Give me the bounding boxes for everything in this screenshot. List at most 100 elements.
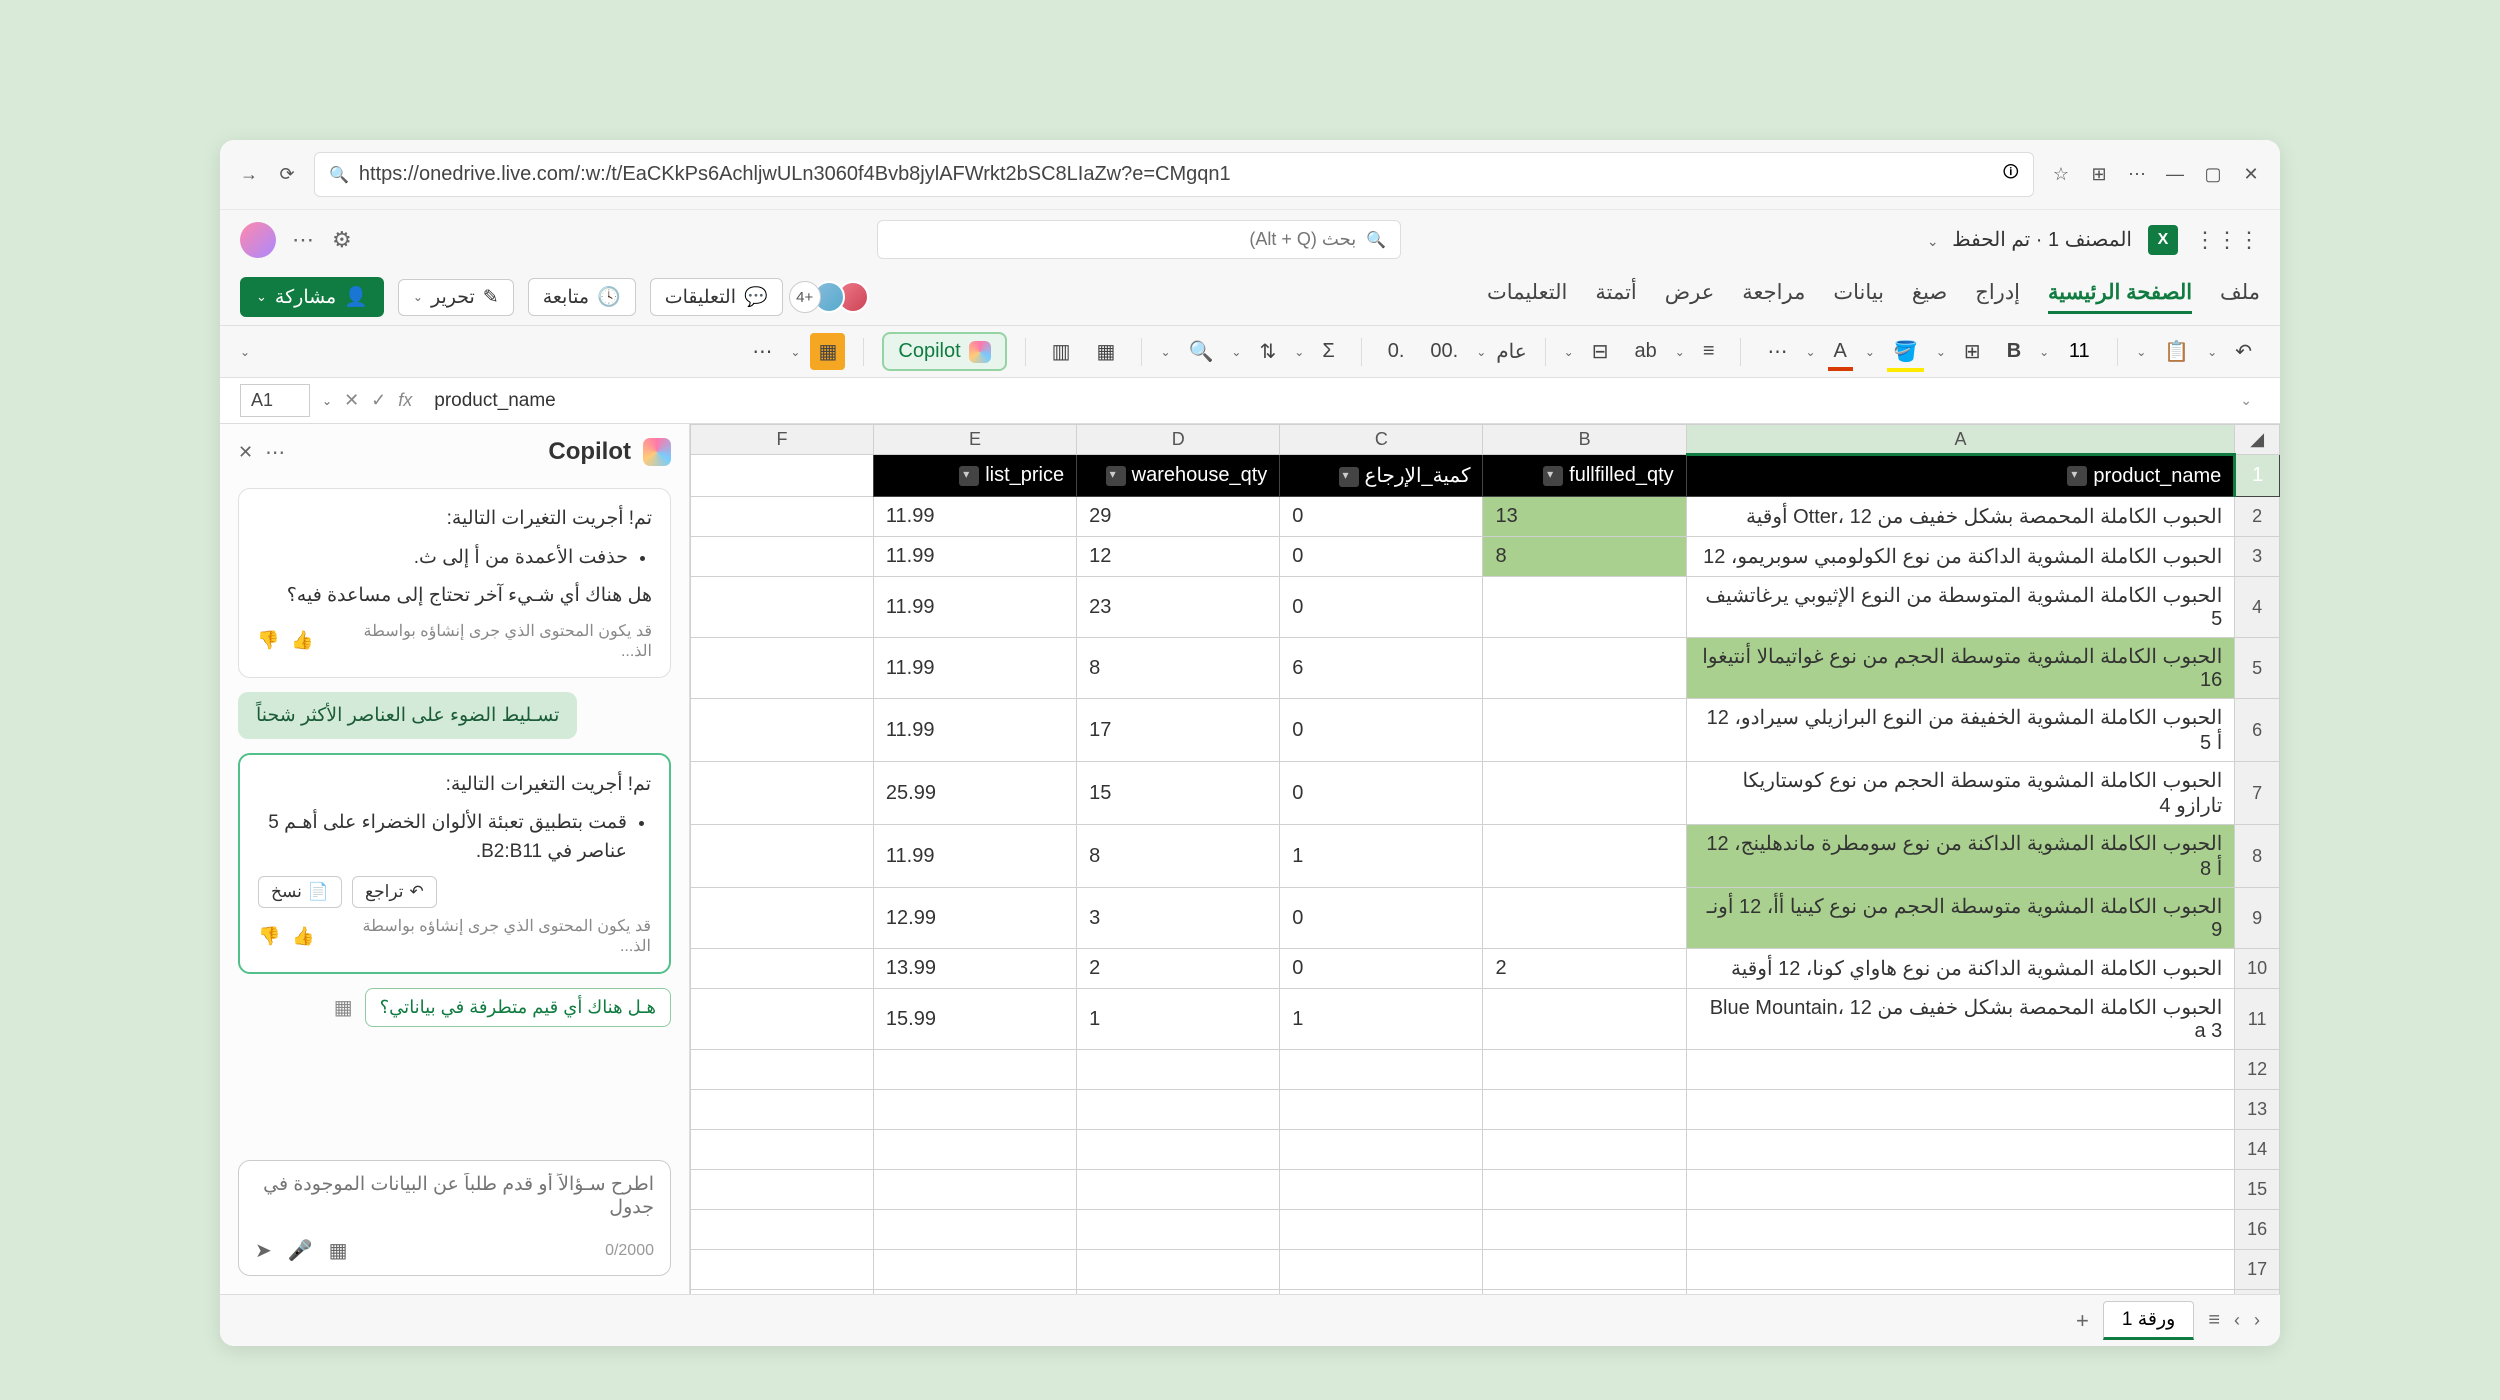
cell[interactable] (1077, 1170, 1280, 1210)
sheet-nav-prev-icon[interactable]: ‹ (2254, 1310, 2260, 1331)
chevron-down-icon[interactable]: ⌄ (1294, 345, 1304, 359)
cell[interactable]: الحبوب الكاملة المشوية متوسطة الحجم من ن… (1686, 888, 2235, 949)
row-header[interactable]: 3 (2235, 537, 2280, 577)
cell[interactable] (1280, 1250, 1483, 1290)
send-icon[interactable]: ➤ (255, 1238, 272, 1263)
tab-automate[interactable]: أتمتة (1595, 280, 1636, 314)
cell[interactable]: 29 (1077, 497, 1280, 537)
sheet-tab-1[interactable]: ورقة 1 (2103, 1301, 2194, 1340)
copilot-close-icon[interactable]: ✕ (238, 442, 253, 463)
cell[interactable]: 1 (1077, 989, 1280, 1050)
row-header[interactable]: 14 (2235, 1130, 2280, 1170)
cell[interactable] (1280, 1130, 1483, 1170)
document-title[interactable]: المصنف 1 · تم الحفظ ⌄ (1927, 227, 2132, 252)
empty-cell[interactable] (691, 455, 874, 497)
cell[interactable] (1483, 1290, 1686, 1295)
copy-button[interactable]: 📄نسخ (258, 876, 342, 908)
formula-input[interactable] (424, 385, 2220, 417)
settings-icon[interactable]: ⚙ (332, 227, 352, 253)
tab-insert[interactable]: إدراج (1975, 280, 2020, 314)
more-toolbar-icon[interactable]: ⋯ (744, 333, 780, 370)
cell[interactable] (1280, 1050, 1483, 1090)
cell[interactable] (1077, 1130, 1280, 1170)
chevron-down-icon[interactable]: ⌄ (1476, 345, 1486, 359)
editing-mode-button[interactable]: ✎ تحرير ⌄ (398, 279, 514, 316)
cancel-formula-icon[interactable]: ✕ (344, 390, 359, 411)
row-header[interactable]: 5 (2235, 638, 2280, 699)
cell[interactable] (691, 1250, 874, 1290)
cell[interactable] (1483, 577, 1686, 638)
row-header[interactable]: 9 (2235, 888, 2280, 949)
cell[interactable] (691, 762, 874, 825)
cell[interactable] (691, 1290, 874, 1295)
undo-icon[interactable]: ↶ (2227, 333, 2260, 370)
column-header-A[interactable]: A (1686, 425, 2235, 455)
cell[interactable] (1483, 1090, 1686, 1130)
thumbs-down-icon[interactable]: 👎 (257, 630, 279, 651)
accept-formula-icon[interactable]: ✓ (371, 390, 386, 411)
url-bar[interactable]: 🔍 https://onedrive.live.com/:w:/t/EaCKkP… (314, 152, 2034, 197)
cell[interactable]: الحبوب الكاملة المشوية الخفيفة من النوع … (1686, 699, 2235, 762)
attach-icon[interactable]: ▦ (329, 1238, 348, 1263)
chevron-down-icon[interactable]: ⌄ (1936, 345, 1946, 359)
cell[interactable] (691, 1130, 874, 1170)
cell[interactable] (873, 1050, 1076, 1090)
mic-icon[interactable]: 🎤 (288, 1238, 313, 1263)
spreadsheet-grid[interactable]: ◢ A B C D E F 1 product_name fullfilled_… (690, 424, 2280, 1294)
cell[interactable] (1686, 1210, 2235, 1250)
autosum-icon[interactable]: Σ (1314, 334, 1342, 369)
app-launcher-icon[interactable]: ⋮⋮⋮ (2194, 227, 2260, 253)
sheet-list-icon[interactable]: ≡ (2208, 1309, 2220, 1332)
analyze-data-icon[interactable]: ▥ (1044, 333, 1079, 370)
collapse-ribbon-icon[interactable]: ⌄ (240, 345, 250, 359)
cell[interactable]: 11.99 (873, 825, 1076, 888)
cell[interactable] (1483, 699, 1686, 762)
site-info-icon[interactable]: 🛈 (2003, 161, 2019, 188)
cell[interactable] (1483, 1210, 1686, 1250)
expand-formula-icon[interactable]: ⌄ (2232, 392, 2260, 409)
cell[interactable]: 17 (1077, 699, 1280, 762)
cell[interactable] (691, 989, 874, 1050)
sort-filter-icon[interactable]: ⇅ (1251, 333, 1284, 370)
filter-icon[interactable] (1543, 466, 1563, 486)
filter-icon[interactable] (1339, 467, 1359, 487)
name-box[interactable] (240, 384, 310, 417)
favorite-icon[interactable]: ☆ (2050, 164, 2072, 186)
thumbs-up-icon[interactable]: 👍 (292, 926, 314, 947)
row-header[interactable]: 16 (2235, 1210, 2280, 1250)
cell[interactable] (1483, 888, 1686, 949)
cell[interactable]: 0 (1280, 888, 1483, 949)
cell[interactable]: 2 (1483, 949, 1686, 989)
cell[interactable]: 2 (1077, 949, 1280, 989)
chevron-down-icon[interactable]: ⌄ (1675, 345, 1685, 359)
undo-button[interactable]: ↶تراجع (352, 876, 437, 908)
tab-formulas[interactable]: صيغ (1912, 280, 1947, 314)
font-size-input[interactable] (2059, 340, 2099, 363)
cell[interactable]: 11.99 (873, 577, 1076, 638)
cell[interactable] (691, 1090, 874, 1130)
chevron-down-icon[interactable]: ⌄ (322, 394, 332, 408)
row-header[interactable]: 18 (2235, 1290, 2280, 1295)
cell[interactable] (1686, 1090, 2235, 1130)
cell[interactable] (691, 825, 874, 888)
row-header[interactable]: 12 (2235, 1050, 2280, 1090)
cell[interactable]: 8 (1483, 537, 1686, 577)
chevron-down-icon[interactable]: ⌄ (1805, 345, 1815, 359)
cell[interactable]: 0 (1280, 949, 1483, 989)
cell[interactable]: 0 (1280, 537, 1483, 577)
header-cell-product-name[interactable]: product_name (1686, 455, 2235, 497)
cell[interactable]: 0 (1280, 497, 1483, 537)
tab-review[interactable]: مراجعة (1742, 280, 1805, 314)
row-header[interactable]: 10 (2235, 949, 2280, 989)
cell[interactable]: 1 (1280, 989, 1483, 1050)
cell[interactable] (1280, 1170, 1483, 1210)
cell[interactable] (691, 888, 874, 949)
cell[interactable]: 11.99 (873, 537, 1076, 577)
number-format-label[interactable]: عام (1496, 339, 1526, 364)
bold-icon[interactable]: B (1999, 334, 2029, 369)
cell[interactable]: 11.99 (873, 497, 1076, 537)
cell[interactable] (1483, 1050, 1686, 1090)
cell[interactable] (1686, 1290, 2235, 1295)
close-icon[interactable]: ✕ (2240, 164, 2262, 186)
cell[interactable] (691, 537, 874, 577)
